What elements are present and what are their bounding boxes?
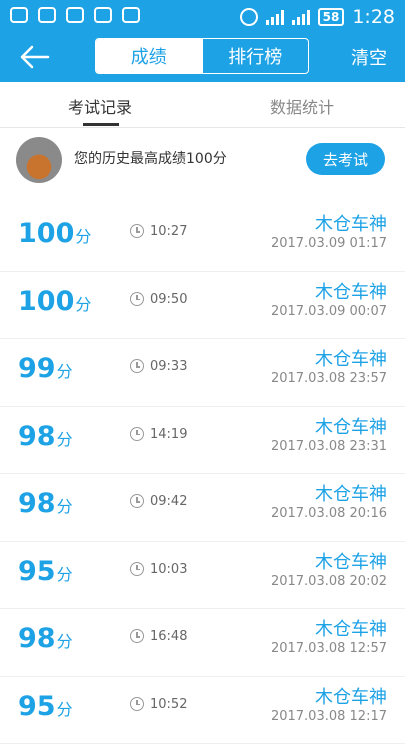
notification-icons [10,7,140,23]
record-row[interactable]: 98分 16:48 木仓车神2017.03.08 12:57 [0,609,405,677]
clock-time: 1:28 [352,6,395,28]
take-exam-button[interactable]: 去考试 [306,143,385,175]
user-name: 木仓车神 [315,480,387,506]
exam-date: 2017.03.08 23:31 [271,439,387,454]
score-unit: 分 [75,227,91,246]
clock-icon [130,562,144,576]
exam-duration: 14:19 [150,427,187,442]
exam-duration: 09:33 [150,359,187,374]
exam-date: 2017.03.08 20:02 [271,574,387,589]
clear-button[interactable]: 清空 [351,44,387,70]
score-value: 98分 [18,421,73,452]
exam-duration: 10:27 [150,224,187,239]
exam-duration: 09:42 [150,494,187,509]
top-app-bar: 成绩 排行榜 清空 [0,32,405,82]
record-row[interactable]: 98分 09:42 木仓车神2017.03.08 20:16 [0,474,405,542]
score-value: 98分 [18,623,73,654]
score-value: 100分 [18,286,91,317]
tab-statistics[interactable]: 数据统计 [270,94,334,118]
record-row[interactable]: 100分 10:27 木仓车神2017.03.09 01:17 [0,204,405,272]
score-number: 98 [18,623,56,654]
sub-tabs: 考试记录 数据统计 [0,82,405,128]
shield-check-icon [38,7,56,23]
score-number: 95 [18,691,56,722]
signal-4g-icon [266,9,284,25]
tab-scores[interactable]: 成绩 [96,39,202,73]
bull-icon [122,7,140,23]
clock-icon [130,224,144,238]
score-number: 98 [18,421,56,452]
clock-icon [130,697,144,711]
user-name: 木仓车神 [315,615,387,641]
wechat-icon [94,7,112,23]
score-value: 95分 [18,691,73,722]
clock-icon [130,494,144,508]
signal-icon [292,9,310,25]
user-name: 木仓车神 [315,345,387,371]
record-row[interactable]: 95分 10:03 木仓车神2017.03.08 20:02 [0,542,405,610]
user-name: 木仓车神 [315,683,387,709]
user-name: 木仓车神 [315,413,387,439]
clock-icon [130,292,144,306]
weather-icon [10,7,28,23]
record-row[interactable]: 98分 14:19 木仓车神2017.03.08 23:31 [0,407,405,475]
exam-record-list: 100分10:27木仓车神2017.03.09 01:17100分09:50木仓… [0,204,405,744]
clock-icon [130,629,144,643]
score-unit: 分 [57,632,73,651]
tab-leaderboard[interactable]: 排行榜 [202,39,309,73]
record-row[interactable]: 95分 10:52 木仓车神2017.03.08 12:17 [0,677,405,744]
avatar[interactable] [16,137,62,183]
score-number: 99 [18,353,56,384]
score-number: 95 [18,556,56,587]
exam-date: 2017.03.09 01:17 [271,236,387,251]
exam-date: 2017.03.08 23:57 [271,371,387,386]
score-number: 98 [18,488,56,519]
score-unit: 分 [75,295,91,314]
best-score-text: 您的历史最高成绩100分 [74,148,227,168]
user-name: 木仓车神 [315,278,387,304]
active-tab-indicator [83,123,119,126]
status-bar: 58 1:28 [0,0,405,32]
score-value: 98分 [18,488,73,519]
system-indicators: 58 1:28 [240,6,395,28]
alarm-icon [240,8,258,26]
battery-icon: 58 [318,8,345,26]
best-score-banner: 您的历史最高成绩100分 去考试 [0,127,405,191]
score-unit: 分 [57,700,73,719]
image-icon [66,7,84,23]
exam-duration: 16:48 [150,629,187,644]
back-arrow-icon[interactable] [18,41,52,73]
score-unit: 分 [57,565,73,584]
clock-icon [130,359,144,373]
score-unit: 分 [57,362,73,381]
exam-duration: 10:03 [150,562,187,577]
score-value: 100分 [18,218,91,249]
score-value: 99分 [18,353,73,384]
exam-date: 2017.03.09 00:07 [271,304,387,319]
exam-date: 2017.03.08 12:57 [271,641,387,656]
user-name: 木仓车神 [315,210,387,236]
record-row[interactable]: 100分 09:50 木仓车神2017.03.09 00:07 [0,272,405,340]
score-unit: 分 [57,497,73,516]
exam-duration: 09:50 [150,292,187,307]
exam-date: 2017.03.08 12:17 [271,709,387,724]
segmented-tabs: 成绩 排行榜 [95,38,309,74]
score-value: 95分 [18,556,73,587]
score-unit: 分 [57,430,73,449]
exam-date: 2017.03.08 20:16 [271,506,387,521]
clock-icon [130,427,144,441]
user-name: 木仓车神 [315,548,387,574]
score-number: 100 [18,218,74,249]
score-number: 100 [18,286,74,317]
record-row[interactable]: 99分 09:33 木仓车神2017.03.08 23:57 [0,339,405,407]
exam-duration: 10:52 [150,697,187,712]
tab-exam-records[interactable]: 考试记录 [68,94,132,118]
